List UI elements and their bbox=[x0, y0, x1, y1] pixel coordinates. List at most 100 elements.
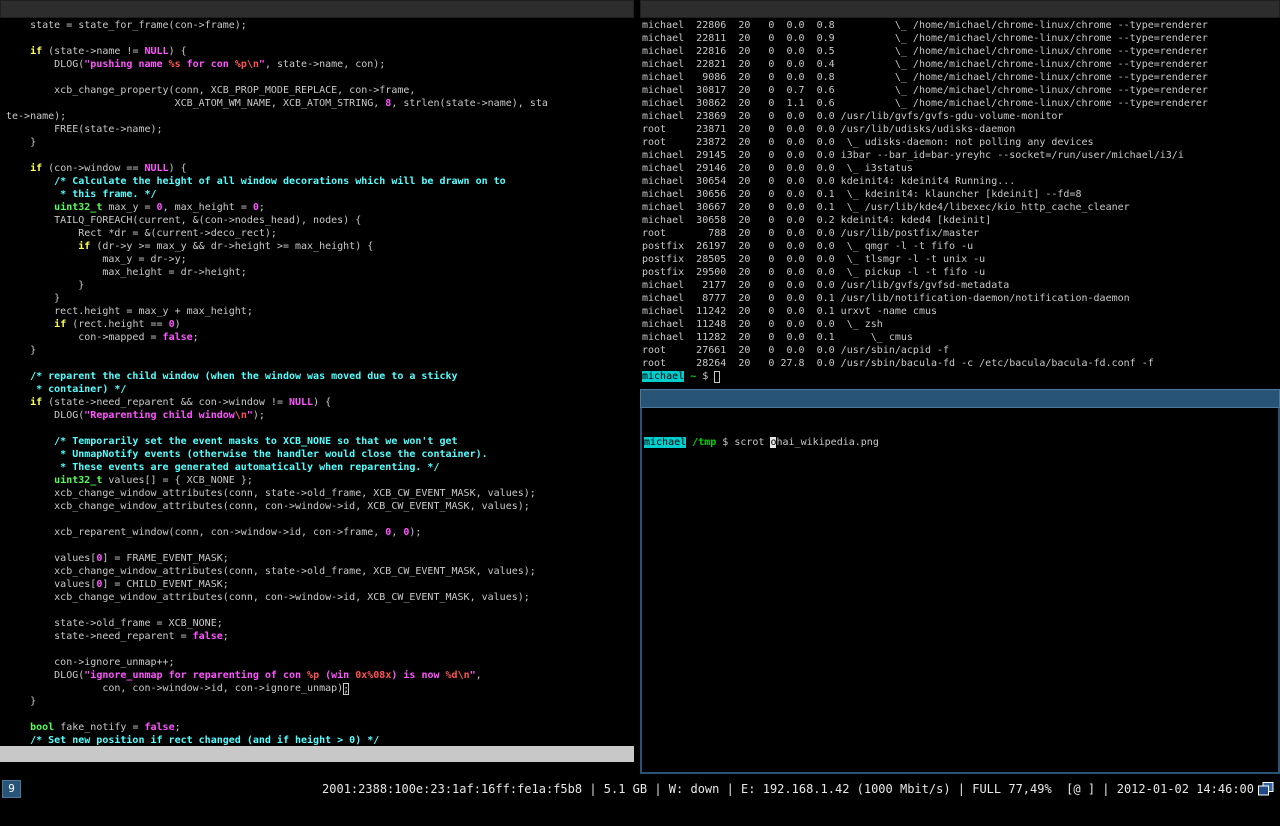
code-line: xcb_change_window_attributes(conn, con->… bbox=[6, 591, 634, 604]
terminal-scrot-content[interactable]: michael /tmp $ scrot ohai_wikipedia.png bbox=[640, 408, 1280, 774]
text-segment: FREE(state->name); bbox=[6, 124, 163, 135]
code-line: xcb_change_property(conn, XCB_PROP_MODE_… bbox=[6, 84, 634, 97]
code-line: max_y = dr->y; bbox=[6, 253, 634, 266]
text-segment: ); bbox=[253, 410, 265, 421]
code-line bbox=[6, 604, 634, 617]
text-segment: (win bbox=[319, 670, 355, 681]
ps-row: root 23871 20 0 0.0 0.0 /usr/lib/udisks/… bbox=[642, 123, 1280, 136]
text-segment: uint32_t bbox=[54, 202, 102, 213]
ps-row: postfix 29500 20 0 0.0 0.0 \_ pickup -l … bbox=[642, 266, 1280, 279]
text-segment: $ scrot bbox=[716, 437, 770, 448]
text-segment: state = state_for_frame(con->frame); bbox=[6, 20, 247, 31]
text-segment: if bbox=[78, 241, 90, 252]
text-segment: } bbox=[6, 345, 36, 356]
vim-window: x.c (~/i3/src) - VIM state = state_for_f… bbox=[0, 0, 634, 762]
text-segment: (con->window == bbox=[42, 163, 144, 174]
ps-row: michael 11248 20 0 0.0 0.0 \_ zsh bbox=[642, 318, 1280, 331]
text-segment: xcb_change_window_attributes(conn, con->… bbox=[6, 592, 530, 603]
windows-tray-icon[interactable] bbox=[1258, 782, 1274, 796]
ps-row: root 788 20 0 0.0 0.0 /usr/lib/postfix/m… bbox=[642, 227, 1280, 240]
terminal-scrot-titlebar[interactable]: x200: scrot ohai_wikipedia.png bbox=[640, 389, 1280, 408]
code-line: values[0] = FRAME_EVENT_MASK; bbox=[6, 552, 634, 565]
code-line: uint32_t values[] = { XCB_NONE }; bbox=[6, 474, 634, 487]
text-segment: bool bbox=[30, 722, 54, 733]
terminal-ps-titlebar[interactable]: x200: ~ bbox=[640, 0, 1280, 18]
code-line: con->mapped = false; bbox=[6, 331, 634, 344]
text-segment: } bbox=[6, 280, 84, 291]
text-segment: $ bbox=[696, 371, 714, 382]
code-line: TAILQ_FOREACH(current, &(con->nodes_head… bbox=[6, 214, 634, 227]
code-line: state->old_frame = XCB_NONE; bbox=[6, 617, 634, 630]
text-segment: } bbox=[6, 293, 60, 304]
ps-row: michael 30656 20 0 0.0 0.1 \_ kdeinit4: … bbox=[642, 188, 1280, 201]
text-segment: "ignore_unmap for reparenting of con bbox=[84, 670, 307, 681]
code-line: } bbox=[6, 292, 634, 305]
code-line: /* Calculate the height of all window de… bbox=[6, 175, 634, 188]
text-segment: michael bbox=[642, 371, 684, 382]
code-line: Rect *dr = &(current->deco_rect); bbox=[6, 227, 634, 240]
code-line: * container) */ bbox=[6, 383, 634, 396]
text-segment: XCB_ATOM_WM_NAME, XCB_ATOM_STRING, bbox=[6, 98, 385, 109]
code-line: state = state_for_frame(con->frame); bbox=[6, 19, 634, 32]
text-segment: max_height = dr->height; bbox=[6, 267, 247, 278]
text-segment: Rect *dr = &(current->deco_rect); bbox=[6, 228, 277, 239]
ps-row: root 27661 20 0 0.0 0.0 /usr/sbin/acpid … bbox=[642, 344, 1280, 357]
code-line: xcb_change_window_attributes(conn, state… bbox=[6, 487, 634, 500]
ps-output[interactable]: michael 22806 20 0 0.0 0.8 \_ /home/mich… bbox=[640, 18, 1280, 383]
code-line: xcb_reparent_window(conn, con->window->i… bbox=[6, 526, 634, 539]
terminal-window-scrot: x200: scrot ohai_wikipedia.png michael /… bbox=[640, 389, 1280, 774]
text-segment: if bbox=[54, 319, 66, 330]
text-segment: %p\n bbox=[235, 59, 259, 70]
code-line: DLOG("ignore_unmap for reparenting of co… bbox=[6, 669, 634, 682]
text-segment bbox=[6, 163, 30, 174]
text-segment: fake_notify = bbox=[54, 722, 144, 733]
text-segment: ] = CHILD_EVENT_MASK; bbox=[102, 579, 228, 590]
ps-row: michael 30817 20 0 0.7 0.6 \_ /home/mich… bbox=[642, 84, 1280, 97]
i3status-text: 2001:2388:100e:23:1af:16ff:fe1a:f5b8 | 5… bbox=[322, 778, 1254, 800]
ps-row: michael 22806 20 0 0.0 0.8 \_ /home/mich… bbox=[642, 19, 1280, 32]
text-segment: xcb_change_property(conn, XCB_PROP_MODE_… bbox=[6, 85, 415, 96]
ps-row: root 23872 20 0 0.0 0.0 \_ udisks-daemon… bbox=[642, 136, 1280, 149]
ps-row: michael 30862 20 0 1.1 0.6 \_ /home/mich… bbox=[642, 97, 1280, 110]
text-segment: "Reparenting child window bbox=[84, 410, 235, 421]
text-segment: , strlen(state->name), sta bbox=[391, 98, 548, 109]
ps-row: michael 30654 20 0 0.0 0.0 kdeinit4: kde… bbox=[642, 175, 1280, 188]
ps-row: root 28264 20 0 27.8 0.0 /usr/sbin/bacul… bbox=[642, 357, 1280, 370]
text-segment bbox=[6, 475, 54, 486]
text-segment bbox=[6, 202, 54, 213]
text-segment: ) is now bbox=[391, 670, 445, 681]
text-segment: state->need_reparent = bbox=[6, 631, 193, 642]
text-segment: con->mapped = bbox=[6, 332, 163, 343]
ps-row: postfix 28505 20 0 0.0 0.0 \_ tlsmgr -l … bbox=[642, 253, 1280, 266]
code-line: xcb_change_window_attributes(conn, con->… bbox=[6, 500, 634, 513]
vim-editor[interactable]: state = state_for_frame(con->frame); if … bbox=[0, 18, 634, 747]
vim-titlebar[interactable]: x.c (~/i3/src) - VIM bbox=[0, 0, 634, 18]
text-segment: con->ignore_unmap++; bbox=[6, 657, 175, 668]
ps-row: michael 9086 20 0 0.0 0.8 \_ /home/micha… bbox=[642, 71, 1280, 84]
text-segment: /* Calculate the height of all window de… bbox=[6, 176, 506, 187]
text-segment: (state->name != bbox=[42, 46, 144, 57]
text-segment: } bbox=[6, 137, 36, 148]
text-segment: /tmp bbox=[686, 437, 716, 448]
text-segment: 0x%08x bbox=[355, 670, 391, 681]
code-line: FREE(state->name); bbox=[6, 123, 634, 136]
code-line: DLOG("Reparenting child window\n"); bbox=[6, 409, 634, 422]
code-line: } bbox=[6, 136, 634, 149]
code-line: con->ignore_unmap++; bbox=[6, 656, 634, 669]
ps-row: michael 22811 20 0 0.0 0.9 \_ /home/mich… bbox=[642, 32, 1280, 45]
text-segment bbox=[6, 241, 78, 252]
text-segment bbox=[6, 46, 30, 57]
code-line bbox=[6, 708, 634, 721]
text-segment: NULL bbox=[145, 46, 169, 57]
ps-row: michael 29145 20 0 0.0 0.0 i3bar --bar_i… bbox=[642, 149, 1280, 162]
code-line: state->need_reparent = false; bbox=[6, 630, 634, 643]
code-line: } bbox=[6, 279, 634, 292]
text-segment: %d\n bbox=[446, 670, 470, 681]
code-line bbox=[6, 539, 634, 552]
vim-statusline: src/x.c 540,57 54% bbox=[0, 746, 634, 762]
workspace-button-9[interactable]: 9 bbox=[2, 780, 21, 798]
ps-row: postfix 26197 20 0 0.0 0.0 \_ qmgr -l -t… bbox=[642, 240, 1280, 253]
text-segment: values[ bbox=[6, 579, 96, 590]
text-segment: rect.height = max_y + max_height; bbox=[6, 306, 253, 317]
text-segment: * UnmapNotify events (otherwise the hand… bbox=[6, 449, 488, 460]
